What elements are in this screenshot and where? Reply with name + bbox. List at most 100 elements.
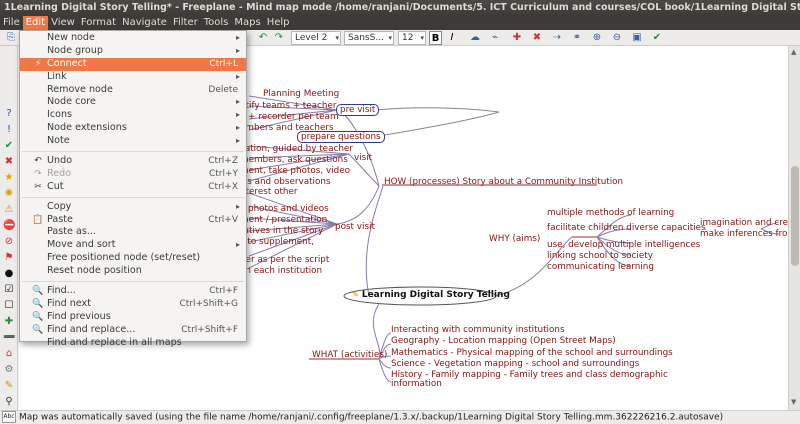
- left-fragment-0[interactable]: Planning Meeting: [263, 89, 339, 99]
- menu-item-icons[interactable]: Icons ▸: [20, 109, 246, 122]
- checkbox-icon[interactable]: ☑: [3, 284, 15, 296]
- node-pre-visit[interactable]: pre visit: [336, 104, 380, 116]
- what-child-1[interactable]: Geography - Location mapping (Open Stree…: [391, 336, 616, 346]
- font-select[interactable]: SansS... ▾: [344, 31, 394, 45]
- menu-item-find-and-replace[interactable]: 🔍 Find and replace... Ctrl+Shift+F: [20, 324, 246, 337]
- home-icon[interactable]: ⌂: [3, 348, 15, 360]
- spellcheck-indicator[interactable]: Abc: [2, 411, 16, 423]
- menu-item-redo[interactable]: ↷ Redo Ctrl+Y: [20, 168, 246, 181]
- check-icon[interactable]: ✔: [650, 31, 664, 45]
- size-select[interactable]: 12 ▾: [398, 31, 426, 45]
- close-icon[interactable]: ✖: [3, 156, 15, 168]
- left-fragment-11[interactable]: ratives in the story: [240, 226, 323, 236]
- scroll-up-icon[interactable]: ▲: [791, 48, 796, 56]
- menu-tools[interactable]: Tools: [201, 16, 232, 30]
- why-child-2[interactable]: use, develop multiple intelligences: [547, 240, 700, 250]
- link-icon[interactable]: ⚭: [570, 31, 584, 45]
- node-how[interactable]: HOW (processes) Story about a Community …: [384, 177, 623, 187]
- menu-view[interactable]: View: [48, 16, 78, 30]
- check-icon[interactable]: ✔: [3, 140, 15, 152]
- menu-item-link[interactable]: Link ▸: [20, 71, 246, 84]
- minus-icon[interactable]: ➖: [3, 332, 15, 344]
- add-icon[interactable]: ✚: [510, 31, 524, 45]
- what-child-5[interactable]: information: [391, 379, 442, 389]
- scroll-down-icon[interactable]: ▼: [791, 398, 796, 406]
- no-icon[interactable]: ⊘: [3, 236, 15, 248]
- menu-help[interactable]: Help: [264, 16, 293, 30]
- question-icon[interactable]: ?: [3, 108, 15, 120]
- left-fragment-8[interactable]: nterest other: [240, 187, 298, 197]
- zoom-icon[interactable]: ⊕: [590, 31, 604, 45]
- left-fragment-2[interactable]: a + recorder per team: [240, 112, 339, 122]
- what-child-3[interactable]: Science - Vegetation mapping - school an…: [391, 359, 639, 369]
- menu-item-note[interactable]: Note ▸: [20, 135, 246, 148]
- what-child-2[interactable]: Mathematics - Physical mapping of the sc…: [391, 348, 673, 358]
- why-child-4[interactable]: communicating learning: [547, 262, 654, 272]
- menu-item-node-extensions[interactable]: Node extensions ▸: [20, 122, 246, 135]
- why-grandchild-1[interactable]: make inferences from: [700, 229, 788, 239]
- fold-icon[interactable]: ⊖: [610, 31, 624, 45]
- plus-icon[interactable]: ✚: [3, 316, 15, 328]
- square-icon[interactable]: ☐: [3, 300, 15, 312]
- why-child-1[interactable]: facilitate children diverse capacities: [547, 223, 706, 233]
- menu-item-copy[interactable]: Copy ▸: [20, 201, 246, 214]
- node-prepare-questions[interactable]: prepare questions: [297, 131, 385, 143]
- vertical-scrollbar[interactable]: ▲ ▼: [788, 46, 800, 410]
- menu-filter[interactable]: Filter: [170, 16, 201, 30]
- scroll-thumb[interactable]: [791, 166, 799, 266]
- why-child-3[interactable]: linking school to society: [547, 251, 653, 261]
- why-grandchild-0[interactable]: imagination and creat: [700, 218, 788, 228]
- node-post-visit[interactable]: post visit: [335, 222, 375, 232]
- menu-item-node-group[interactable]: Node group ▸: [20, 45, 246, 58]
- gear-icon[interactable]: ⚙: [3, 364, 15, 376]
- menu-item-new-node[interactable]: New node ▸: [20, 32, 246, 45]
- cloud-icon[interactable]: ☁: [468, 31, 482, 45]
- star-icon[interactable]: ★: [3, 172, 15, 184]
- menu-edit[interactable]: Edit: [22, 16, 49, 30]
- arrow-icon[interactable]: ⇢: [550, 31, 564, 45]
- menu-item-find-previous[interactable]: 🔍 Find previous: [20, 311, 246, 324]
- level-select[interactable]: Level 2 ▾: [291, 31, 341, 45]
- menu-item-paste-as[interactable]: Paste as...: [20, 226, 246, 239]
- stop-icon[interactable]: ⛔: [3, 220, 15, 232]
- menu-item-node-core[interactable]: Node core ▸: [20, 96, 246, 109]
- menu-item-move-and-sort[interactable]: Move and sort ▸: [20, 239, 246, 252]
- left-fragment-12[interactable]: s to supplement,: [240, 237, 314, 247]
- left-fragment-1[interactable]: ntify teams + teacher: [240, 101, 336, 111]
- left-fragment-10[interactable]: ment / presentation: [240, 215, 327, 225]
- root-node[interactable]: ✎ Learning Digital Story Telling: [352, 290, 510, 300]
- menu-item-cut[interactable]: ✂ Cut Ctrl+X: [20, 181, 246, 194]
- remove-icon[interactable]: ✖: [530, 31, 544, 45]
- what-child-0[interactable]: Interacting with community institutions: [391, 325, 565, 335]
- left-fragment-13[interactable]: her as per the script: [240, 255, 329, 265]
- search-icon[interactable]: ⚲: [3, 396, 15, 408]
- menu-navigate[interactable]: Navigate: [119, 16, 170, 30]
- menu-item-find-and-replace-in-all-maps[interactable]: Find and replace in all maps: [20, 337, 246, 350]
- left-fragment-5[interactable]: members, ask questions: [240, 155, 348, 165]
- menu-item-find[interactable]: 🔍 Find... Ctrl+F: [20, 285, 246, 298]
- menu-item-connect[interactable]: ⚡ Connect Ctrl+L: [20, 57, 246, 71]
- menu-maps[interactable]: Maps: [231, 16, 263, 30]
- edge-icon[interactable]: ⌁: [488, 31, 502, 45]
- circle-icon[interactable]: ●: [3, 268, 15, 280]
- menu-item-reset-node-position[interactable]: Reset node position: [20, 265, 246, 278]
- left-fragment-4[interactable]: cation, guided by teacher: [240, 144, 353, 154]
- left-fragment-14[interactable]: on each institution: [240, 266, 322, 276]
- new-map-icon[interactable]: ⎘: [4, 31, 18, 45]
- redo-icon[interactable]: ↷: [272, 31, 286, 45]
- menu-file[interactable]: File: [0, 16, 23, 30]
- menu-item-undo[interactable]: ↶ Undo Ctrl+Z: [20, 155, 246, 168]
- left-fragment-7[interactable]: ws and observations: [240, 177, 331, 187]
- info-icon[interactable]: !: [3, 124, 15, 136]
- left-fragment-9[interactable]: y photos and videos: [240, 204, 329, 214]
- undo-icon[interactable]: ↶: [256, 31, 270, 45]
- map-icon[interactable]: ▣: [630, 31, 644, 45]
- menu-format[interactable]: Format: [78, 16, 119, 30]
- bold-button[interactable]: B: [429, 31, 442, 45]
- pencil-icon[interactable]: ✎: [3, 380, 15, 392]
- node-what[interactable]: WHAT (activities): [312, 350, 387, 360]
- menu-item-paste[interactable]: 📋 Paste Ctrl+V: [20, 214, 246, 227]
- menu-item-find-next[interactable]: 🔍 Find next Ctrl+Shift+G: [20, 298, 246, 311]
- warning-icon[interactable]: ⚠: [3, 204, 15, 216]
- node-why[interactable]: WHY (aims): [489, 234, 540, 244]
